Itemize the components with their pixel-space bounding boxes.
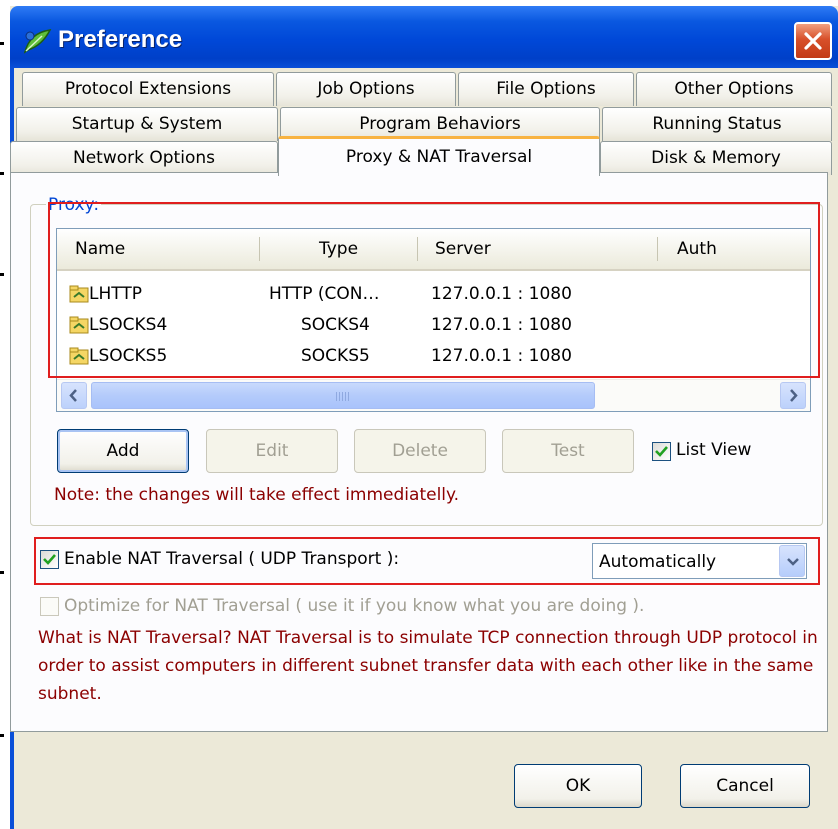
edit-button[interactable]: Edit <box>206 429 338 473</box>
proxy-folder-icon <box>69 347 89 365</box>
close-icon <box>804 32 822 50</box>
chevron-down-icon <box>787 558 799 566</box>
proxy-list-header: Name Type Server Auth <box>57 229 810 271</box>
proxy-list[interactable]: Name Type Server Auth LHTTP HTTP (CON… 1… <box>56 228 811 412</box>
tab-other-options[interactable]: Other Options <box>636 72 832 106</box>
chevron-left-icon <box>69 389 77 402</box>
horizontal-scrollbar[interactable] <box>57 379 810 411</box>
chevron-right-icon <box>790 389 798 402</box>
tab-job-options[interactable]: Job Options <box>276 72 456 106</box>
test-button[interactable]: Test <box>502 429 634 473</box>
proxy-name: LHTTP <box>89 284 142 304</box>
proxy-type: HTTP (CON… <box>269 284 380 304</box>
proxy-row[interactable]: LSOCKS5 SOCKS5 127.0.0.1 : 1080 <box>57 341 810 371</box>
column-auth[interactable]: Auth <box>677 229 717 269</box>
checkmark-icon <box>655 446 668 457</box>
ok-button[interactable]: OK <box>514 764 642 808</box>
proxy-group-label: Proxy: <box>46 195 102 215</box>
list-view-label[interactable]: List View <box>676 440 751 460</box>
scrollbar-thumb[interactable] <box>91 382 595 409</box>
enable-nat-checkbox[interactable] <box>40 550 59 569</box>
enable-nat-label[interactable]: Enable NAT Traversal ( UDP Transport ): <box>64 549 399 569</box>
column-name[interactable]: Name <box>75 229 125 269</box>
optimize-nat-label[interactable]: Optimize for NAT Traversal ( use it if y… <box>64 596 644 616</box>
cancel-button[interactable]: Cancel <box>680 764 810 808</box>
proxy-name: LSOCKS5 <box>89 346 168 366</box>
tab-startup-system[interactable]: Startup & System <box>16 107 278 141</box>
nat-mode-dropdown-button[interactable] <box>779 545 805 577</box>
nat-description: What is NAT Traversal? NAT Traversal is … <box>38 628 818 704</box>
proxy-server: 127.0.0.1 : 1080 <box>431 346 572 366</box>
nat-mode-select[interactable]: Automatically <box>592 543 807 579</box>
proxy-name: LSOCKS4 <box>89 315 168 335</box>
note-text: Note: the changes will take effect immed… <box>54 485 460 505</box>
column-type[interactable]: Type <box>319 229 358 269</box>
list-view-checkbox[interactable] <box>652 442 671 461</box>
window-title: Preference <box>58 26 183 53</box>
tab-proxy-nat-traversal[interactable]: Proxy & NAT Traversal <box>278 136 600 176</box>
tab-disk-memory[interactable]: Disk & Memory <box>600 141 832 175</box>
scroll-left-button[interactable] <box>61 382 87 409</box>
proxy-row[interactable]: LSOCKS4 SOCKS4 127.0.0.1 : 1080 <box>57 310 810 340</box>
close-button[interactable] <box>794 22 832 60</box>
optimize-nat-checkbox[interactable] <box>40 597 59 616</box>
proxy-type: SOCKS4 <box>301 315 370 335</box>
delete-button[interactable]: Delete <box>354 429 486 473</box>
title-bar[interactable]: Preference <box>10 6 838 68</box>
tab-network-options[interactable]: Network Options <box>10 141 278 175</box>
column-server[interactable]: Server <box>435 229 491 269</box>
proxy-server: 127.0.0.1 : 1080 <box>431 284 572 304</box>
tab-running-status[interactable]: Running Status <box>602 107 832 141</box>
app-leaf-icon <box>23 29 52 54</box>
nat-mode-value: Automatically <box>599 552 717 572</box>
tab-protocol-extensions[interactable]: Protocol Extensions <box>22 72 274 106</box>
scroll-right-button[interactable] <box>780 382 806 409</box>
proxy-server: 127.0.0.1 : 1080 <box>431 315 572 335</box>
proxy-folder-icon <box>69 285 89 303</box>
proxy-row[interactable]: LHTTP HTTP (CON… 127.0.0.1 : 1080 <box>57 279 810 309</box>
tab-file-options[interactable]: File Options <box>458 72 634 106</box>
proxy-folder-icon <box>69 316 89 334</box>
add-button[interactable]: Add <box>57 429 189 473</box>
checkmark-icon <box>43 554 56 565</box>
proxy-type: SOCKS5 <box>301 346 370 366</box>
